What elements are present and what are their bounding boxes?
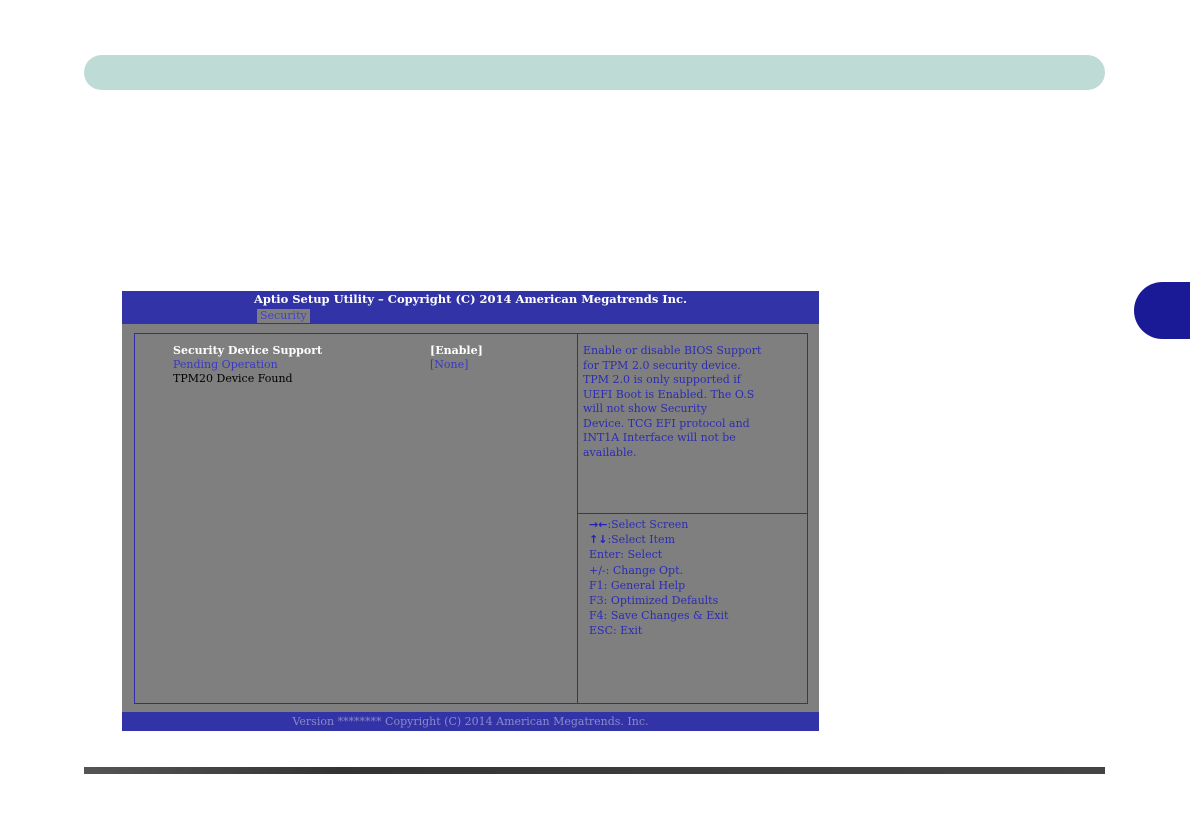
key-optimized-defaults: F3: Optimized Defaults — [589, 594, 719, 608]
page-header-banner — [84, 55, 1105, 90]
chapter-tab-marker — [1134, 282, 1190, 339]
up-down-arrows-icon: ↑↓ — [589, 533, 608, 547]
pending-operation-label[interactable]: Pending Operation — [173, 358, 278, 371]
tab-security[interactable]: Security — [257, 309, 310, 323]
key-legend: →←:Select Screen ↑↓:Select Item Enter: S… — [589, 517, 804, 639]
bios-header-bar: Aptio Setup Utility – Copyright (C) 2014… — [122, 291, 819, 324]
left-right-arrows-icon: →← — [589, 518, 608, 531]
key-esc-exit: ESC: Exit — [589, 624, 643, 638]
panel-divider — [577, 334, 578, 703]
bios-screenshot: Aptio Setup Utility – Copyright (C) 2014… — [122, 291, 819, 731]
key-select-item-text: :Select Item — [607, 533, 676, 547]
pending-operation-value[interactable]: [None] — [430, 358, 468, 371]
bios-title: Aptio Setup Utility – Copyright (C) 2014… — [253, 292, 688, 306]
bios-footer: Version ******** Copyright (C) 2014 Amer… — [122, 712, 819, 731]
page-footer-rule — [84, 767, 1105, 774]
key-save-exit: F4: Save Changes & Exit — [589, 609, 729, 623]
tpm20-device-found-label: TPM20 Device Found — [173, 372, 293, 385]
help-text: Enable or disable BIOS Support for TPM 2… — [583, 344, 762, 459]
key-enter: Enter: Select — [589, 548, 663, 562]
key-select-item: ↑↓:Select Item — [589, 532, 804, 547]
help-divider — [578, 513, 807, 514]
key-change-opt: +/-: Change Opt. — [589, 563, 684, 577]
key-select-screen-text: :Select Screen — [607, 518, 689, 531]
security-device-support-label[interactable]: Security Device Support — [173, 344, 322, 357]
key-select-screen: →←:Select Screen — [589, 517, 804, 532]
security-device-support-value[interactable]: [Enable] — [430, 344, 483, 357]
key-general-help: F1: General Help — [589, 578, 686, 592]
bios-main-frame: Security Device Support [Enable] Pending… — [134, 333, 808, 704]
